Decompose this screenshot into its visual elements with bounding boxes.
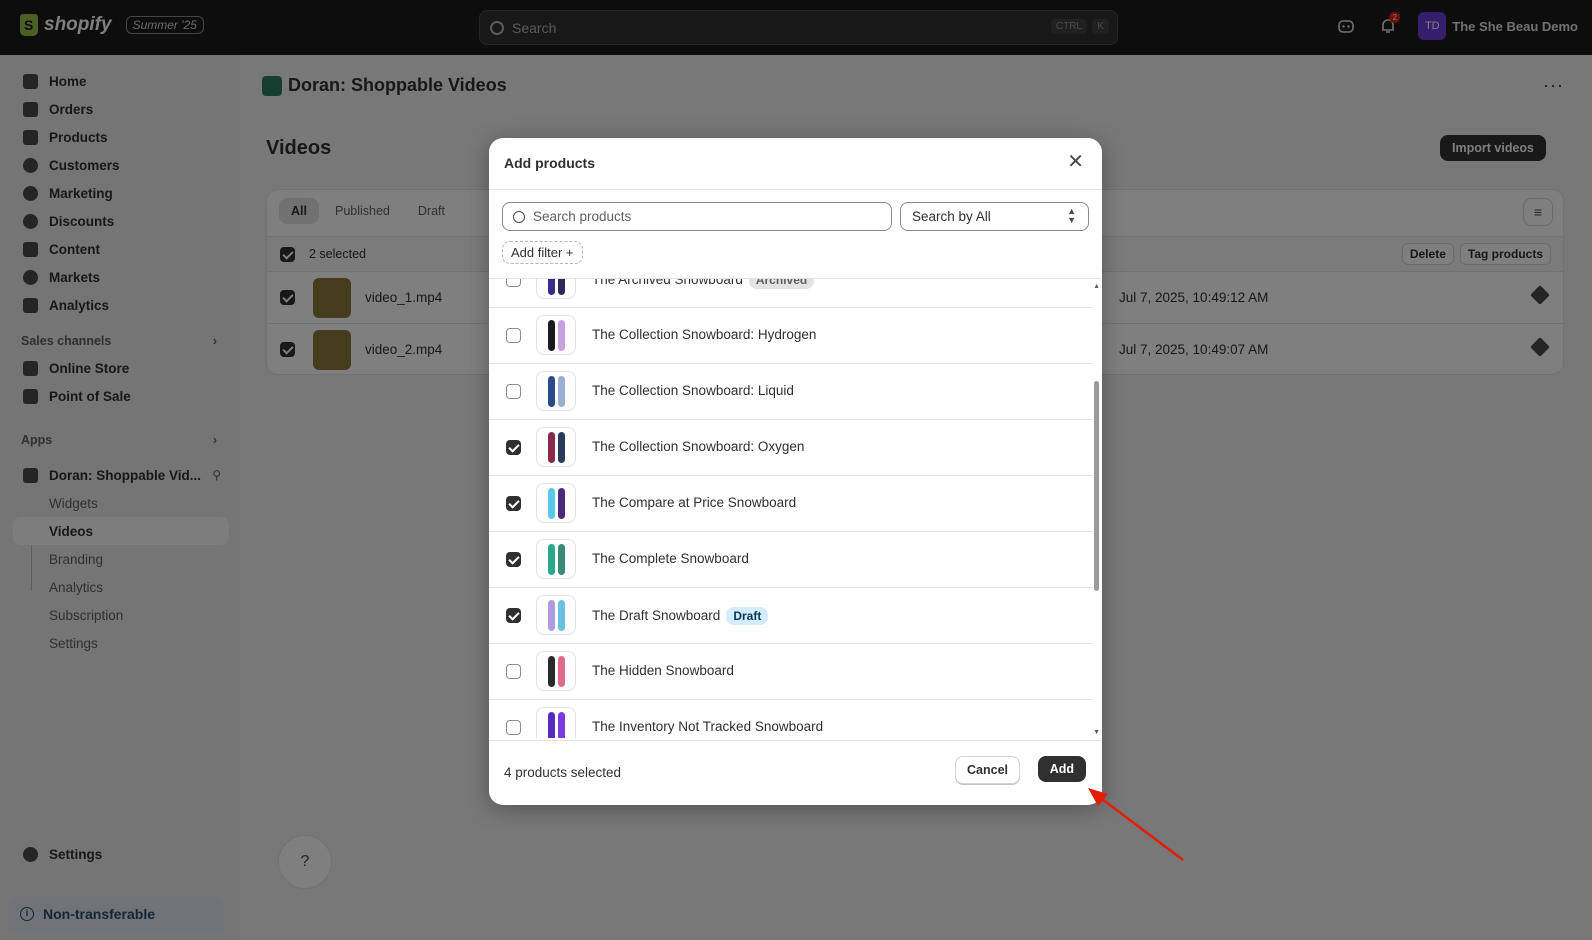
product-thumbnail (536, 707, 576, 738)
list-item[interactable]: The Complete Snowboard (489, 531, 1093, 588)
product-name: The Draft Snowboard Draft (592, 607, 769, 625)
modal-header: Add products ✕ (489, 138, 1102, 190)
add-button[interactable]: Add (1037, 756, 1086, 782)
product-name: The Archived Snowboard Archived (592, 279, 815, 289)
selected-products-count: 4 products selected (504, 765, 622, 780)
product-checkbox[interactable] (506, 720, 521, 735)
search-placeholder: Search products (533, 209, 632, 224)
product-name: The Collection Snowboard: Hydrogen (592, 327, 817, 342)
product-checkbox[interactable] (506, 664, 521, 679)
list-item[interactable]: The Collection Snowboard: Liquid (489, 363, 1093, 420)
draft-badge: Draft (726, 607, 769, 625)
product-thumbnail (536, 279, 576, 299)
search-icon (513, 210, 525, 223)
close-icon[interactable]: ✕ (1067, 152, 1084, 172)
list-item[interactable]: The Hidden Snowboard (489, 643, 1093, 700)
product-thumbnail (536, 539, 576, 579)
product-thumbnail (536, 427, 576, 467)
product-name: The Inventory Not Tracked Snowboard (592, 719, 824, 734)
product-checkbox[interactable] (506, 552, 521, 567)
product-thumbnail (536, 483, 576, 523)
search-by-select[interactable]: Search by All ▲ ▼ (900, 202, 1089, 231)
product-search-input[interactable]: Search products (502, 202, 892, 231)
scroll-down-icon[interactable]: ▼ (1093, 729, 1100, 736)
product-checkbox[interactable] (506, 384, 521, 399)
list-item[interactable]: The Archived Snowboard Archived (489, 279, 1093, 308)
product-checkbox[interactable] (506, 608, 521, 623)
cancel-button[interactable]: Cancel (955, 756, 1020, 784)
product-name: The Complete Snowboard (592, 551, 749, 566)
list-item[interactable]: The Inventory Not Tracked Snowboard (489, 699, 1093, 738)
product-checkbox[interactable] (506, 328, 521, 343)
list-item[interactable]: The Collection Snowboard: Hydrogen (489, 307, 1093, 364)
product-checkbox[interactable] (506, 440, 521, 455)
archived-badge: Archived (748, 279, 815, 289)
product-thumbnail (536, 595, 576, 635)
add-products-modal: Add products ✕ Search products Search by… (489, 138, 1102, 805)
list-item[interactable]: The Compare at Price Snowboard (489, 475, 1093, 532)
search-by-value: Search by All (912, 209, 991, 224)
product-thumbnail (536, 315, 576, 355)
product-list: The Archived Snowboard Archived The Colle… (489, 278, 1102, 738)
add-filter-button[interactable]: Add filter + (502, 241, 583, 264)
select-chevrons-icon: ▲ ▼ (1067, 206, 1076, 225)
product-name: The Collection Snowboard: Oxygen (592, 439, 805, 454)
list-item[interactable]: The Collection Snowboard: Oxygen (489, 419, 1093, 476)
product-name: The Hidden Snowboard (592, 663, 734, 678)
list-item[interactable]: The Draft Snowboard Draft (489, 587, 1093, 644)
product-name: The Collection Snowboard: Liquid (592, 383, 794, 398)
product-name: The Compare at Price Snowboard (592, 495, 797, 510)
modal-footer: 4 products selected Cancel Add (489, 740, 1102, 805)
product-thumbnail (536, 371, 576, 411)
product-checkbox[interactable] (506, 279, 521, 287)
product-thumbnail (536, 651, 576, 691)
scrollbar-thumb[interactable] (1094, 381, 1099, 591)
product-checkbox[interactable] (506, 496, 521, 511)
scroll-up-icon[interactable]: ▲ (1093, 283, 1100, 290)
modal-title: Add products (504, 155, 595, 171)
